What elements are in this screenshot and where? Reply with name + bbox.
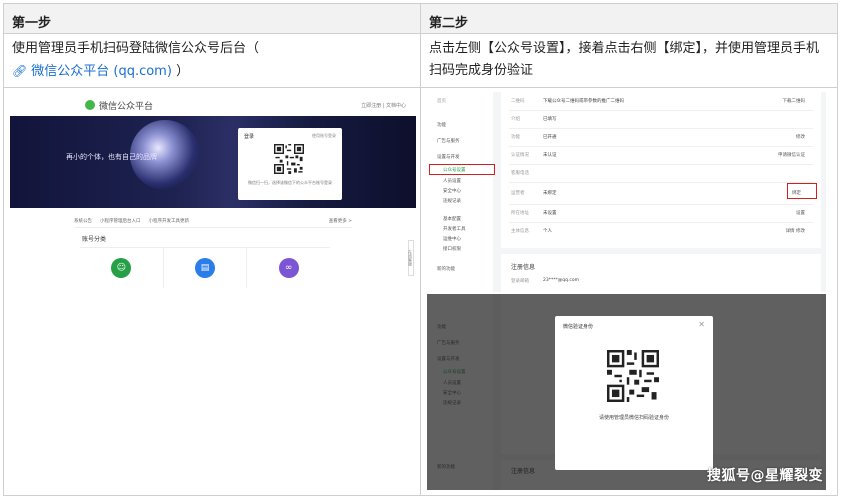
row-value-operator: 未绑定 bbox=[543, 191, 557, 196]
row-divider bbox=[509, 204, 813, 205]
reg-email-label: 登录邮箱 bbox=[511, 279, 529, 284]
row-divider bbox=[509, 146, 813, 147]
nav-staff[interactable]: 人员设置 bbox=[443, 178, 461, 184]
nav-ads[interactable]: 广告与服务 bbox=[437, 138, 460, 144]
nav-ops[interactable]: 运维中心 bbox=[443, 236, 461, 242]
notice-1[interactable]: 小程序管理后台入口 bbox=[100, 218, 141, 224]
side-nav: 首页 功能 广告与服务 设置与开发 公众号设置 人员设置 安全中心 违规记录 基… bbox=[427, 92, 495, 292]
close-icon[interactable]: ✕ bbox=[698, 320, 705, 329]
notice-0: 系统公告 bbox=[74, 218, 92, 224]
row-label-subject: 主体信息 bbox=[511, 229, 529, 234]
settings-panel: 二维码 下载公众号二维码或带参数的推广二维码 下载二维码 介绍 已填写 功能 已… bbox=[501, 92, 821, 248]
category-title: 账号分类 bbox=[82, 236, 107, 243]
service-account-icon: ☺ bbox=[111, 258, 132, 278]
row-value-address: 未设置 bbox=[543, 211, 557, 216]
settings-screens: 首页 功能 广告与服务 设置与开发 公众号设置 人员设置 安全中心 违规记录 基… bbox=[421, 88, 826, 496]
nav-security[interactable]: 安全中心 bbox=[443, 188, 461, 194]
bind-button-highlight bbox=[787, 183, 817, 199]
set-address-link[interactable]: 设置 bbox=[796, 210, 805, 216]
category-miniprogram[interactable]: ∞ bbox=[247, 248, 330, 288]
step2-header: 第二步 bbox=[420, 3, 838, 34]
watermark: 搜狐号@星耀裂变 bbox=[707, 468, 823, 484]
category-subscription[interactable]: ▤ bbox=[164, 248, 248, 288]
account-settings-highlight bbox=[429, 164, 495, 175]
row-label-address: 所在地址 bbox=[511, 211, 529, 216]
login-title: 登录 bbox=[244, 134, 255, 140]
account-categories: ☺ ▤ ∞ bbox=[80, 247, 330, 288]
step1-screenshot: 微信公众平台 立即注册 | 文档中心 再小的个体，也有自己的品牌 登录 使用账号… bbox=[3, 87, 421, 496]
brand: 微信公众平台 bbox=[85, 99, 153, 112]
reg-email-value: 23****@qq.com bbox=[543, 278, 579, 283]
step1-text-end: ） bbox=[176, 64, 190, 79]
modal-title: 微信验证身份 bbox=[563, 324, 594, 330]
row-value-intro: 已填写 bbox=[543, 117, 557, 122]
login-qr-code bbox=[274, 144, 304, 174]
row-value-verify: 未认证 bbox=[543, 153, 557, 158]
online-service-button[interactable]: 在线客服 bbox=[408, 240, 414, 276]
login-tip: 微信扫一扫，选择该微信下的公众平台账号登录 bbox=[248, 180, 332, 185]
nav-dev-settings[interactable]: 设置与开发 bbox=[437, 154, 460, 160]
brand-name: 微信公众平台 bbox=[99, 101, 154, 112]
page: 第一步 第二步 使用管理员手机扫码登陆微信公众号后台（ 🔗︎ 微信公众平台 (qq… bbox=[0, 0, 841, 500]
verify-modal: 微信验证身份 ✕ 请使用管理员微信扫码验证身份 bbox=[555, 316, 713, 470]
hero-banner: 再小的个体，也有自己的品牌 登录 使用账号登录 微信扫一扫，选择该微信下的公众平… bbox=[10, 116, 416, 208]
subscription-icon: ▤ bbox=[195, 258, 215, 278]
subject-actions[interactable]: 详情 修改 bbox=[786, 228, 805, 234]
step2-screenshot: 首页 功能 广告与服务 设置与开发 公众号设置 人员设置 安全中心 违规记录 基… bbox=[420, 87, 838, 496]
modal-tip: 请使用管理员微信扫码验证身份 bbox=[598, 415, 669, 421]
row-value-subject: 个人 bbox=[543, 229, 552, 234]
notice-bar: 系统公告 小程序管理后台入口 小程序开发工具更新 查看更多 > bbox=[74, 214, 352, 228]
row-value-function: 已开通 bbox=[543, 135, 557, 140]
step1-text: 使用管理员手机扫码登陆微信公众号后台（ bbox=[12, 41, 260, 56]
row-value-qrcode: 下载公众号二维码或带参数的推广二维码 bbox=[543, 99, 624, 104]
nav-new-functions[interactable]: 新的功能 bbox=[437, 266, 455, 272]
verify-qr-code bbox=[607, 350, 659, 402]
registration-info: 注册信息 登录邮箱 23****@qq.com bbox=[501, 254, 821, 292]
login-topbar: 微信公众平台 立即注册 | 文档中心 bbox=[10, 94, 416, 116]
steps-table: 第一步 第二步 使用管理员手机扫码登陆微信公众号后台（ 🔗︎ 微信公众平台 (qq… bbox=[3, 3, 838, 496]
row-label-intro: 介绍 bbox=[511, 117, 520, 122]
notice-2[interactable]: 小程序开发工具更新 bbox=[149, 218, 190, 224]
row-label-verify: 认证情况 bbox=[511, 153, 529, 158]
nav-basic-config[interactable]: 基本配置 bbox=[443, 216, 461, 222]
step1-header: 第一步 bbox=[3, 3, 421, 34]
wechat-logo-icon bbox=[85, 100, 95, 110]
miniprogram-icon: ∞ bbox=[278, 258, 299, 278]
row-divider bbox=[509, 110, 813, 111]
category-service[interactable]: ☺ bbox=[80, 248, 164, 288]
reg-title: 注册信息 bbox=[511, 264, 536, 271]
wechat-platform-link[interactable]: 微信公众平台 (qq.com) bbox=[31, 64, 172, 79]
login-card: 登录 使用账号登录 微信扫一扫，选择该微信下的公众平台账号登录 bbox=[238, 128, 342, 200]
apply-verify-link[interactable]: 申请微信认证 bbox=[778, 152, 805, 158]
row-label-operator: 运营者 bbox=[511, 191, 525, 196]
nav-home[interactable]: 首页 bbox=[437, 98, 446, 104]
step2-description: 点击左侧【公众号设置】，接着点击右侧【绑定】，并使用管理员手机扫码完成身份验证 bbox=[420, 33, 838, 88]
nav-violations[interactable]: 违规记录 bbox=[443, 198, 461, 204]
nav-functions[interactable]: 功能 bbox=[437, 122, 446, 128]
nav-api[interactable]: 接口权限 bbox=[443, 246, 461, 252]
notice-more-link[interactable]: 查看更多 > bbox=[329, 218, 352, 224]
row-divider bbox=[509, 128, 813, 129]
verify-screen: 功能 广告与服务 设置与开发 公众号设置 人员设置 安全中心 违规记录 新的功能… bbox=[427, 294, 826, 490]
row-label-phone: 客服电话 bbox=[511, 171, 529, 176]
account-login-link[interactable]: 使用账号登录 bbox=[312, 133, 336, 139]
top-links[interactable]: 立即注册 | 文档中心 bbox=[361, 102, 406, 109]
wechat-login-page: 微信公众平台 立即注册 | 文档中心 再小的个体，也有自己的品牌 登录 使用账号… bbox=[10, 94, 416, 294]
row-divider bbox=[509, 222, 813, 223]
row-divider bbox=[509, 164, 813, 165]
settings-page: 首页 功能 广告与服务 设置与开发 公众号设置 人员设置 安全中心 违规记录 基… bbox=[427, 92, 826, 292]
link-icon: 🔗︎ bbox=[12, 64, 28, 78]
nav-dev-tools[interactable]: 开发者工具 bbox=[443, 226, 466, 232]
modify-function-link[interactable]: 修改 bbox=[796, 134, 805, 140]
slogan: 再小的个体，也有自己的品牌 bbox=[66, 153, 157, 161]
step1-description: 使用管理员手机扫码登陆微信公众号后台（ 🔗︎ 微信公众平台 (qq.com) ） bbox=[3, 33, 421, 88]
download-qrcode-link[interactable]: 下载二维码 bbox=[783, 98, 806, 104]
row-divider bbox=[509, 182, 813, 183]
row-label-qrcode: 二维码 bbox=[511, 99, 525, 104]
row-label-function: 功能 bbox=[511, 135, 520, 140]
